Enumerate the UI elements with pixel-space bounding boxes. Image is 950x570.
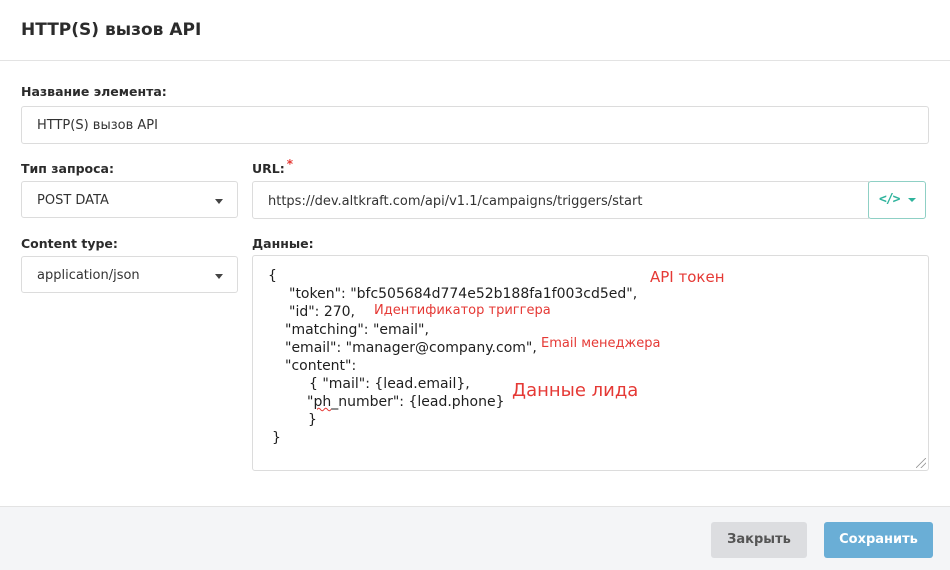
content-type-value: application/json [37, 268, 140, 283]
spellcheck-underline: ph [313, 394, 332, 410]
code-text: _number": {lead.phone} [331, 394, 505, 410]
request-type-select[interactable]: POST DATA [21, 181, 238, 218]
url-value: https://dev.altkraft.com/api/v1.1/campai… [268, 194, 643, 209]
dialog-header: HTTP(S) вызов API [0, 0, 950, 61]
annotation-manager-email: Email менеджера [541, 336, 661, 351]
insert-variable-button[interactable]: </> [868, 181, 926, 219]
content-type-label: Content type: [21, 236, 118, 251]
resize-handle-icon[interactable] [916, 458, 926, 468]
code-line: } [272, 430, 281, 446]
request-type-label: Тип запроса: [21, 161, 114, 176]
name-input[interactable]: HTTP(S) вызов API [21, 106, 929, 144]
code-line: { [268, 268, 277, 284]
dialog-title: HTTP(S) вызов API [21, 20, 202, 40]
chevron-down-icon [908, 198, 916, 202]
code-line: "email": "manager@company.com", [285, 340, 537, 356]
code-line: "token": "bfc505684d774e52b188fa1f003cd5… [289, 286, 638, 302]
save-button[interactable]: Сохранить [824, 522, 933, 558]
code-line: } [308, 412, 317, 428]
chevron-down-icon [215, 199, 223, 204]
name-value: HTTP(S) вызов API [37, 118, 158, 133]
code-line: "content": [285, 358, 357, 374]
annotation-trigger-id: Идентификатор триггера [374, 303, 551, 318]
dialog-footer: Закрыть Сохранить [0, 506, 950, 570]
request-type-value: POST DATA [37, 193, 109, 208]
name-label: Название элемента: [21, 84, 167, 99]
data-label: Данные: [252, 236, 314, 251]
code-line: "id": 270, [289, 304, 355, 320]
annotation-lead-data: Данные лида [512, 380, 639, 401]
content-type-select[interactable]: application/json [21, 256, 238, 293]
url-label-text: URL: [252, 161, 285, 176]
chevron-down-icon [215, 274, 223, 279]
data-textarea[interactable]: { "token": "bfc505684d774e52b188fa1f003c… [252, 255, 929, 471]
url-input[interactable]: https://dev.altkraft.com/api/v1.1/campai… [252, 181, 869, 219]
annotation-token: API токен [650, 268, 725, 286]
code-icon: </> [879, 192, 901, 207]
code-line: { "mail": {lead.email}, [309, 376, 470, 392]
code-line: "matching": "email", [285, 322, 429, 338]
required-marker: * [286, 157, 294, 171]
url-label: URL: * [252, 157, 293, 176]
code-line: "ph_number": {lead.phone} [307, 394, 505, 410]
close-button[interactable]: Закрыть [711, 522, 807, 558]
